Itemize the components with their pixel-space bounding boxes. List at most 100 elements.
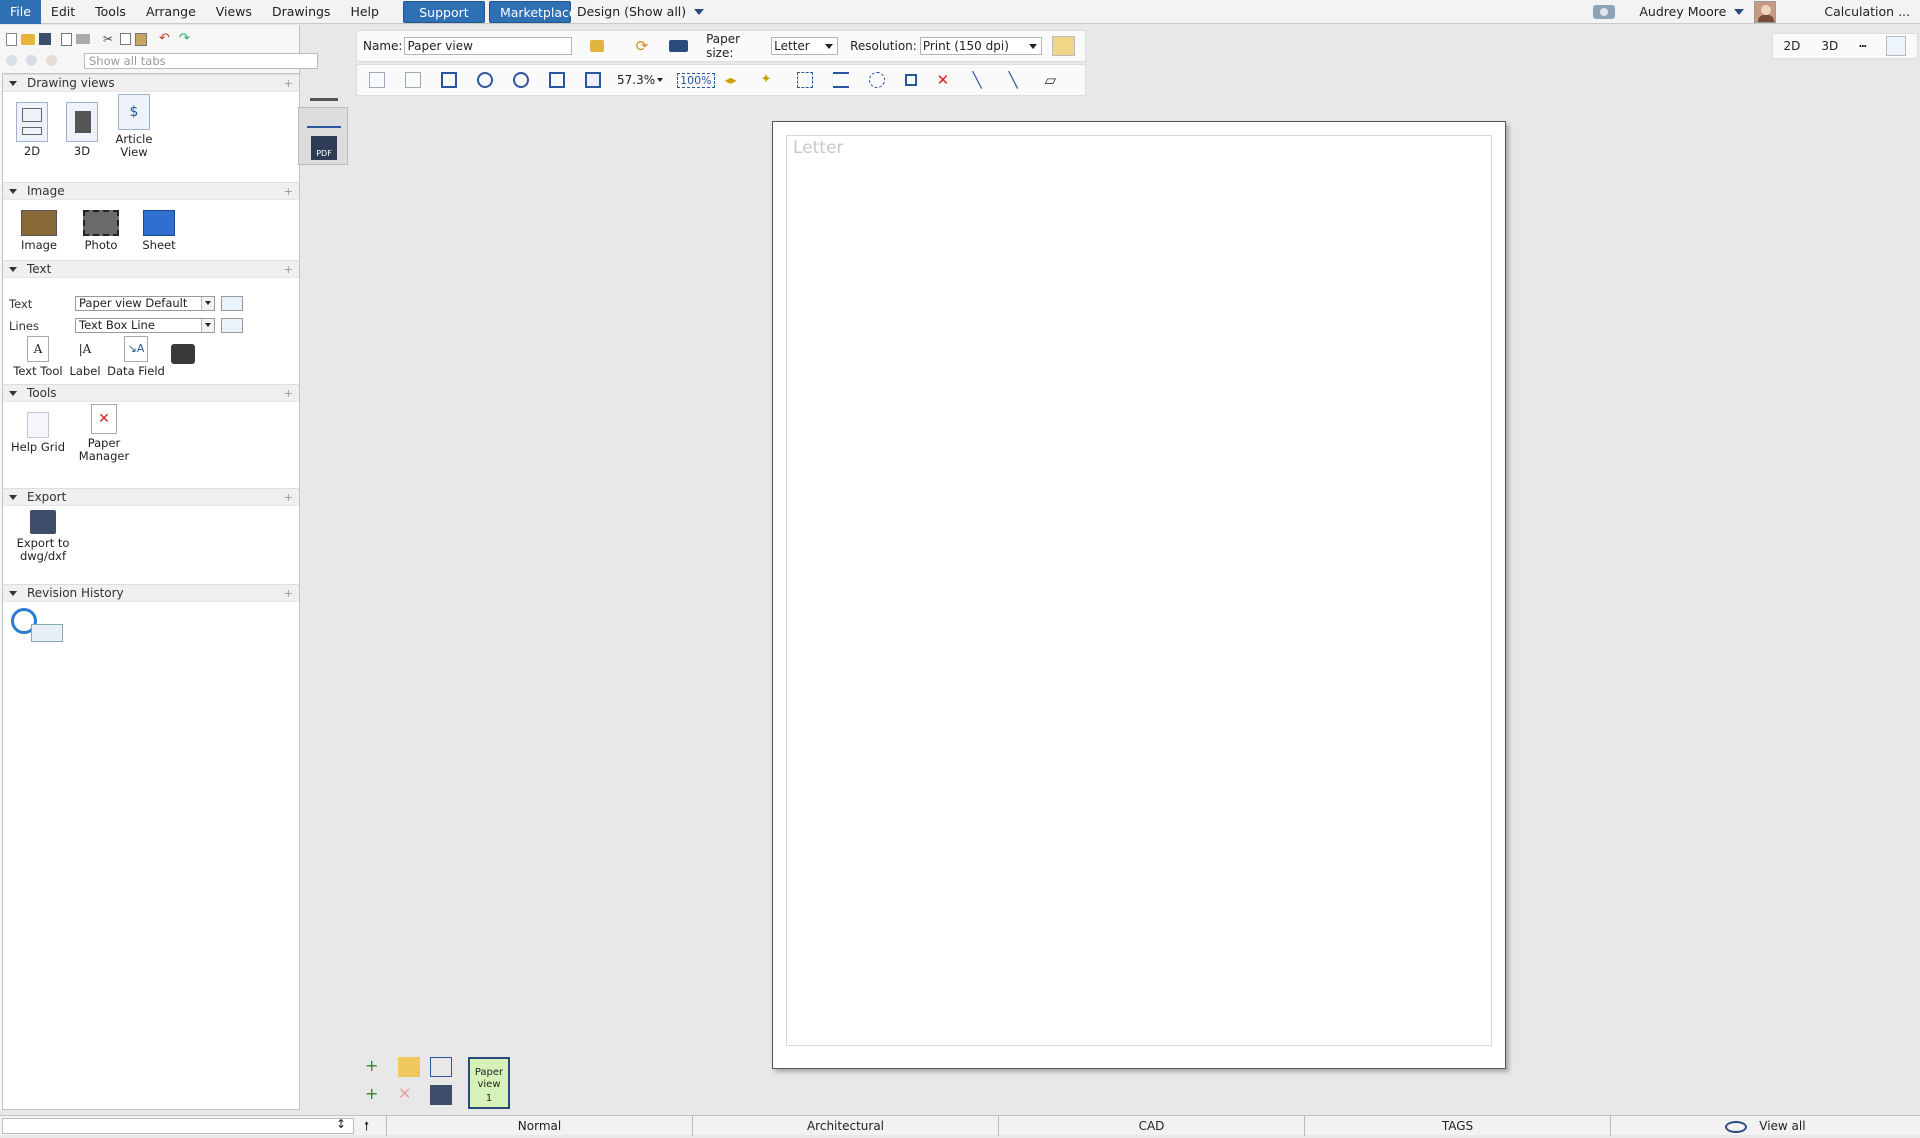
menu-edit[interactable]: Edit — [41, 0, 85, 24]
line-tool-icon[interactable]: ╲ — [973, 72, 989, 88]
section-export[interactable]: Export + — [3, 488, 299, 506]
zoom-in-icon[interactable] — [477, 72, 493, 88]
section-image[interactable]: Image + — [3, 182, 299, 200]
open-page-icon[interactable] — [398, 1057, 420, 1077]
select-page-icon[interactable] — [369, 72, 385, 88]
menu-arrange[interactable]: Arrange — [136, 0, 206, 24]
section-text[interactable]: Text + — [3, 260, 299, 278]
expand-plus-icon[interactable]: + — [284, 587, 293, 600]
text-style-edit-icon[interactable] — [221, 296, 243, 311]
expand-plus-icon[interactable]: + — [284, 263, 293, 276]
more-options-icon[interactable]: ┅ — [1859, 39, 1866, 53]
zoom-dropdown-icon[interactable] — [657, 78, 664, 82]
avatar[interactable] — [1754, 0, 1777, 23]
user-name[interactable]: Audrey Moore — [1639, 4, 1726, 19]
menu-tools[interactable]: Tools — [85, 0, 136, 24]
menu-drawings[interactable]: Drawings — [262, 0, 341, 24]
select-all-icon[interactable] — [405, 72, 421, 88]
zoom-100-button[interactable]: 100% — [677, 72, 715, 88]
pdf-icon[interactable]: PDF — [311, 136, 337, 160]
text-style-select[interactable]: Paper view Default — [75, 296, 215, 311]
typewriter-icon[interactable] — [171, 344, 195, 364]
print-preview-icon[interactable] — [61, 32, 72, 46]
line-chart-icon[interactable] — [307, 114, 341, 128]
camera-settings-icon[interactable] — [669, 40, 689, 52]
menu-views[interactable]: Views — [206, 0, 262, 24]
paste-icon[interactable] — [135, 32, 147, 46]
resize-icon[interactable] — [904, 74, 917, 86]
tool-2d-view[interactable]: 2D — [9, 102, 55, 158]
zoom-page-icon[interactable] — [585, 72, 601, 88]
tool-image[interactable]: Image — [9, 210, 69, 252]
section-drawing-views[interactable]: Drawing views + — [3, 74, 299, 92]
home-nav-icon[interactable] — [46, 55, 57, 66]
tool-article-view[interactable]: $ Article View — [109, 94, 159, 159]
lines-style-select[interactable]: Text Box Line — [75, 318, 215, 333]
lasso-icon[interactable] — [868, 72, 885, 88]
expand-plus-icon[interactable]: + — [284, 185, 293, 198]
lines-style-edit-icon[interactable] — [221, 318, 243, 333]
search-tabs-input[interactable]: Show all tabs — [84, 53, 318, 69]
name-input[interactable]: Paper view — [404, 37, 573, 55]
status-view-all[interactable]: View all — [1610, 1116, 1920, 1136]
menu-file[interactable]: File — [0, 0, 41, 24]
camera-icon[interactable] — [1593, 4, 1616, 19]
tool-photo[interactable]: Photo — [73, 210, 129, 252]
copy-icon[interactable] — [120, 33, 131, 45]
marketplace-button[interactable]: Marketplace — [488, 0, 577, 23]
user-menu-chevron-icon[interactable] — [1734, 8, 1745, 15]
section-revision-history[interactable]: Revision History + — [3, 584, 299, 602]
status-cad[interactable]: CAD — [998, 1116, 1304, 1136]
redo-icon[interactable]: ↷ — [179, 31, 195, 47]
tool-export-dwg[interactable]: Export to dwg/dxf — [7, 510, 79, 563]
status-left-field[interactable] — [2, 1118, 354, 1134]
zoom-window-icon[interactable] — [549, 72, 565, 88]
view-2d-button[interactable]: 2D — [1784, 39, 1801, 53]
back-nav-icon[interactable] — [6, 55, 17, 66]
cut-icon[interactable]: ✂ — [100, 31, 116, 47]
new-file-icon[interactable] — [6, 32, 17, 46]
pan-arrows-icon[interactable]: ◂▸ — [725, 72, 741, 88]
add-view-icon[interactable]: + — [365, 1085, 387, 1105]
design-dropdown[interactable]: Design (Show all) — [577, 4, 705, 19]
expand-plus-icon[interactable]: + — [284, 387, 293, 400]
magic-select-icon[interactable]: ✦ — [761, 72, 777, 88]
print-icon[interactable] — [76, 34, 90, 44]
save-icon[interactable] — [39, 33, 51, 45]
delete-icon[interactable]: ✕ — [937, 72, 953, 88]
rectangle-select-icon[interactable] — [796, 72, 813, 88]
undo-icon[interactable]: ↶ — [159, 31, 175, 47]
paper-size-select[interactable]: Letter — [771, 37, 839, 55]
refresh-icon[interactable]: ⟳ — [636, 38, 651, 54]
revision-history-icon[interactable] — [11, 608, 65, 644]
paper-page[interactable]: Letter — [772, 121, 1506, 1069]
delete-page-icon[interactable]: ✕ — [398, 1085, 420, 1105]
resize-vertical-icon[interactable]: ↕ — [336, 1117, 346, 1131]
status-architectural[interactable]: Architectural — [692, 1116, 998, 1136]
calculation-label[interactable]: Calculation ... — [1824, 4, 1910, 19]
import-page-icon[interactable] — [430, 1057, 452, 1077]
expand-plus-icon[interactable]: + — [284, 77, 293, 90]
view-3d-button[interactable]: 3D — [1821, 39, 1838, 53]
menu-help[interactable]: Help — [340, 0, 389, 24]
line-tool-alt-icon[interactable]: ╲ — [1009, 72, 1025, 88]
page-tab[interactable]: Paper view 1 — [468, 1057, 510, 1109]
edit-view-icon[interactable] — [1886, 36, 1907, 56]
tool-label-text[interactable]: |A Label — [67, 336, 103, 378]
tool-sheet[interactable]: Sheet — [133, 210, 185, 252]
folder-icon[interactable] — [1052, 36, 1075, 56]
tool-help-grid[interactable]: Help Grid — [9, 412, 67, 454]
zoom-out-icon[interactable] — [513, 72, 529, 88]
forward-nav-icon[interactable] — [26, 55, 37, 66]
tool-data-field[interactable]: ↘A Data Field — [105, 336, 167, 378]
expand-plus-icon[interactable]: + — [284, 491, 293, 504]
section-tools[interactable]: Tools + — [3, 384, 299, 402]
tool-paper-manager[interactable]: ✕ Paper Manager — [73, 404, 135, 463]
zoom-level-select[interactable]: 57.3% — [617, 73, 655, 87]
add-page-icon[interactable]: + — [365, 1057, 387, 1077]
open-folder-icon[interactable] — [21, 33, 35, 45]
lock-icon[interactable] — [590, 40, 604, 52]
tool-3d-view[interactable]: 3D — [59, 102, 105, 158]
tool-text[interactable]: A Text Tool — [9, 336, 67, 378]
save-page-icon[interactable] — [430, 1085, 452, 1105]
